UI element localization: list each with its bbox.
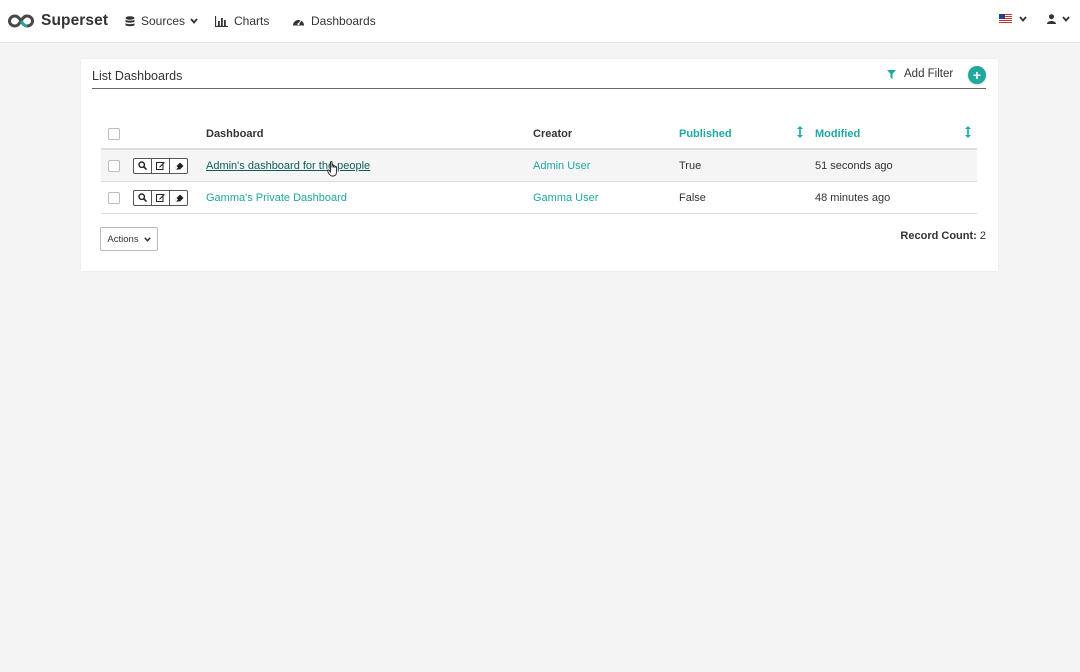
nav-sources-label: Sources xyxy=(141,14,186,28)
row-checkbox-cell xyxy=(108,182,120,213)
list-panel: List Dashboards Add Filter + Dashboard C… xyxy=(81,59,998,271)
view-button[interactable] xyxy=(133,189,152,206)
dashboard-icon xyxy=(293,19,304,25)
page-title: List Dashboards xyxy=(92,69,183,83)
column-creator[interactable]: Creator xyxy=(533,119,572,148)
dashboard-link[interactable]: Gamma's Private Dashboard xyxy=(206,192,347,204)
language-selector[interactable] xyxy=(999,14,1027,23)
row-actions xyxy=(133,150,188,181)
brand-name: Superset xyxy=(41,12,109,29)
us-flag-icon xyxy=(999,14,1012,23)
chevron-down-icon xyxy=(143,236,151,242)
user-icon xyxy=(1047,14,1056,24)
select-all-checkbox[interactable] xyxy=(108,127,120,140)
creator-link[interactable]: Admin User xyxy=(533,160,590,172)
column-published[interactable]: Published xyxy=(679,119,732,148)
sort-published-icon[interactable] xyxy=(797,126,803,138)
row-checkbox[interactable] xyxy=(108,191,120,204)
nav-dashboards-label: Dashboards xyxy=(311,14,376,28)
add-dashboard-button[interactable]: + xyxy=(968,66,986,84)
row-checkbox[interactable] xyxy=(108,159,120,172)
table-row: Gamma's Private Dashboard Gamma User Fal… xyxy=(101,182,977,214)
search-icon xyxy=(138,193,147,202)
database-icon xyxy=(125,15,135,26)
nav-dashboards[interactable]: Dashboards xyxy=(292,13,376,29)
row-actions xyxy=(133,182,188,213)
brand-logo[interactable]: Superset xyxy=(8,10,108,32)
table-header: Dashboard Creator Published Modified xyxy=(101,119,977,150)
record-count: Record Count: 2 xyxy=(900,230,986,242)
column-modified[interactable]: Modified xyxy=(815,119,860,148)
modified-cell: 48 minutes ago xyxy=(815,191,891,204)
add-filter-label: Add Filter xyxy=(904,68,954,80)
row-checkbox-cell xyxy=(108,150,120,181)
dashboard-title-cell: Gamma's Private Dashboard xyxy=(206,182,347,213)
record-count-label: Record Count: xyxy=(900,230,977,242)
dashboard-title-cell: Admin's dashboard for the people xyxy=(206,150,370,181)
hand-cursor-icon xyxy=(327,161,337,177)
user-menu[interactable] xyxy=(1047,14,1070,24)
delete-button[interactable] xyxy=(169,157,188,174)
navbar: Superset Sources Charts Dashboards xyxy=(0,0,1080,43)
edit-icon xyxy=(156,194,165,202)
title-divider xyxy=(92,88,986,89)
nav-sources[interactable]: Sources xyxy=(125,13,204,29)
chevron-down-icon xyxy=(190,18,198,24)
modified-cell: 51 seconds ago xyxy=(815,159,893,172)
filter-icon xyxy=(887,69,896,79)
published-cell: True xyxy=(679,159,702,172)
search-icon xyxy=(138,161,147,170)
edit-icon xyxy=(156,162,165,170)
record-count-value: 2 xyxy=(979,230,986,242)
creator-cell: Gamma User xyxy=(533,182,598,213)
actions-dropdown[interactable]: Actions xyxy=(100,227,158,251)
dashboard-link[interactable]: Admin's dashboard for the people xyxy=(206,160,370,172)
edit-button[interactable] xyxy=(151,189,170,206)
bar-chart-icon xyxy=(215,15,228,27)
column-dashboard[interactable]: Dashboard xyxy=(206,119,263,148)
select-all-checkbox-cell xyxy=(108,119,120,148)
delete-button[interactable] xyxy=(169,189,188,206)
sort-modified-icon[interactable] xyxy=(965,126,971,138)
actions-label: Actions xyxy=(107,233,139,245)
table-row: Admin's dashboard for the people Admin U… xyxy=(101,150,977,182)
eraser-icon xyxy=(174,162,183,169)
view-button[interactable] xyxy=(133,157,152,174)
chevron-down-icon xyxy=(1062,16,1070,22)
published-cell: False xyxy=(679,191,706,204)
add-filter-button[interactable]: Add Filter xyxy=(887,68,953,80)
nav-charts-label: Charts xyxy=(234,14,270,28)
edit-button[interactable] xyxy=(151,157,170,174)
chevron-down-icon xyxy=(1019,15,1027,22)
creator-link[interactable]: Gamma User xyxy=(533,192,598,204)
superset-logo-icon xyxy=(8,14,34,28)
eraser-icon xyxy=(174,194,183,201)
dashboards-table: Dashboard Creator Published Modified Adm… xyxy=(101,119,977,214)
nav-charts[interactable]: Charts xyxy=(215,13,269,29)
creator-cell: Admin User xyxy=(533,150,590,181)
